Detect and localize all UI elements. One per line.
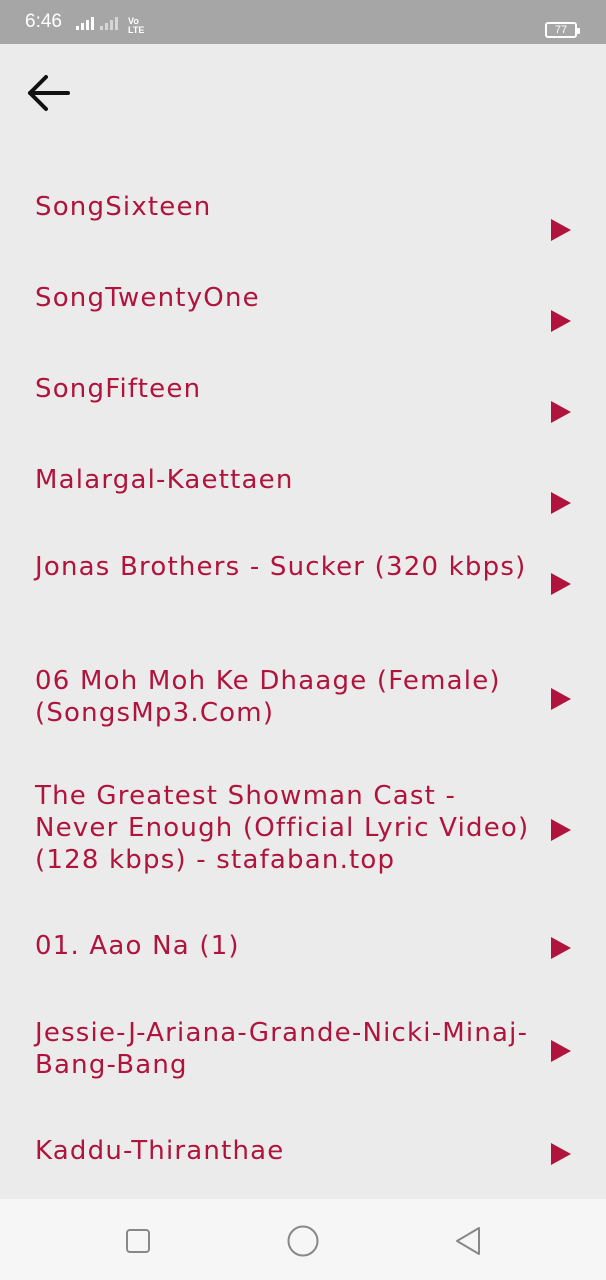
- play-icon[interactable]: [551, 219, 571, 241]
- system-navigation-bar: [0, 1199, 606, 1280]
- list-item[interactable]: 01. Aao Na (1): [0, 916, 606, 976]
- song-title: 01. Aao Na (1): [35, 931, 240, 961]
- list-item[interactable]: Malargal-Kaettaen: [0, 450, 606, 514]
- song-title: SongSixteen: [35, 192, 212, 222]
- list-item[interactable]: SongSixteen: [0, 177, 606, 241]
- back-button[interactable]: [22, 68, 74, 118]
- song-title: Kaddu-Thiranthae: [35, 1136, 285, 1166]
- battery-level: 77: [554, 24, 568, 36]
- list-item[interactable]: SongFifteen: [0, 359, 606, 423]
- signal-strength-secondary-icon: [100, 16, 118, 30]
- arrow-left-icon: [28, 75, 70, 111]
- play-icon[interactable]: [551, 1040, 571, 1062]
- play-icon[interactable]: [551, 310, 571, 332]
- battery-icon: 77: [545, 22, 580, 38]
- volte-icon: Vo LTE: [128, 17, 144, 35]
- list-item[interactable]: SongTwentyOne: [0, 268, 606, 332]
- list-item[interactable]: Kaddu-Thiranthae: [0, 1121, 606, 1181]
- play-icon[interactable]: [551, 688, 571, 710]
- play-icon[interactable]: [551, 401, 571, 423]
- list-item[interactable]: Jessie-J-Ariana-Grande-Nicki-Minaj-Bang-…: [0, 1003, 606, 1083]
- song-title: 06 Moh Moh Ke Dhaage (Female) (SongsMp3.…: [35, 666, 501, 728]
- recents-button[interactable]: [118, 1221, 158, 1261]
- song-title: Jessie-J-Ariana-Grande-Nicki-Minaj-Bang-…: [35, 1018, 529, 1080]
- home-button[interactable]: [283, 1221, 323, 1261]
- song-title: SongTwentyOne: [35, 283, 260, 313]
- status-time: 6:46: [25, 11, 62, 32]
- song-title: Malargal-Kaettaen: [35, 465, 294, 495]
- play-icon[interactable]: [551, 819, 571, 841]
- song-title: SongFifteen: [35, 374, 202, 404]
- play-icon[interactable]: [551, 1143, 571, 1165]
- play-icon[interactable]: [551, 492, 571, 514]
- circle-icon: [287, 1225, 319, 1257]
- song-title: Jonas Brothers - Sucker (320 kbps): [35, 552, 527, 582]
- back-nav-button[interactable]: [448, 1221, 488, 1261]
- play-icon[interactable]: [551, 937, 571, 959]
- square-icon: [126, 1229, 150, 1253]
- signal-strength-icon: [76, 16, 94, 30]
- list-item[interactable]: Jonas Brothers - Sucker (320 kbps): [0, 537, 606, 617]
- volte-line2: LTE: [128, 25, 145, 35]
- play-icon[interactable]: [551, 573, 571, 595]
- song-title: The Greatest Showman Cast - Never Enough…: [35, 781, 530, 875]
- signal-indicators: [76, 16, 118, 30]
- list-item[interactable]: The Greatest Showman Cast - Never Enough…: [0, 766, 606, 876]
- status-bar: 6:46 Vo LTE 77: [0, 0, 606, 44]
- triangle-back-icon: [456, 1227, 480, 1255]
- list-item[interactable]: 06 Moh Moh Ke Dhaage (Female) (SongsMp3.…: [0, 651, 606, 731]
